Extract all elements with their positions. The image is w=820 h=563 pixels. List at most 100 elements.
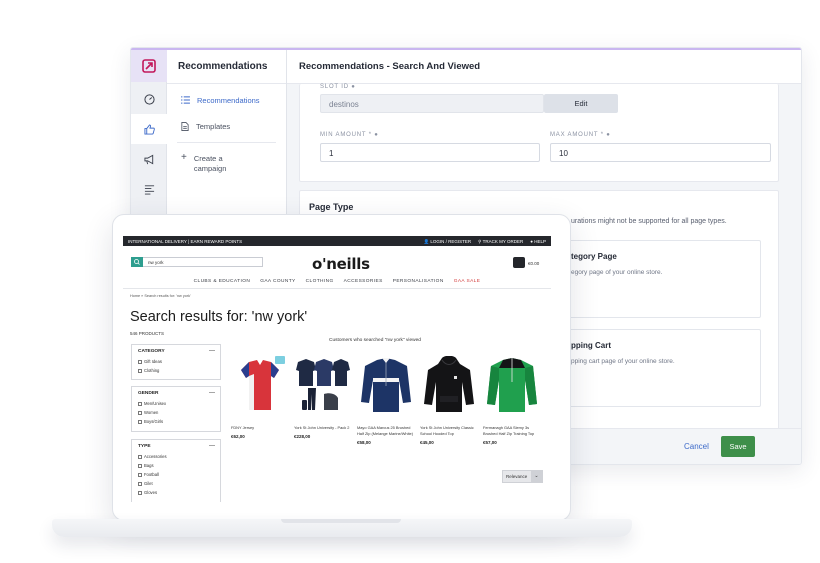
megaphone-icon[interactable] xyxy=(131,144,167,174)
filter-option[interactable]: Gilet xyxy=(138,481,153,486)
document-icon xyxy=(181,122,189,133)
nav-clubs-education[interactable]: CLUBS & EDUCATION xyxy=(194,279,251,284)
filter-option[interactable]: Gloves xyxy=(138,490,157,495)
slot-id-field: destinos xyxy=(320,94,544,113)
filter-option[interactable]: Bags xyxy=(138,463,154,468)
product-name: Fermanagh GAA Slemy 3s Brushed Half Zip … xyxy=(483,425,535,436)
login-link[interactable]: 👤 LOGIN / REGISTER xyxy=(424,239,472,245)
product-image[interactable] xyxy=(420,355,478,416)
track-order-link[interactable]: ⚲ TRACK MY ORDER xyxy=(478,239,523,245)
filter-option[interactable]: Women xyxy=(138,410,158,415)
page-title: Recommendations - Search And Viewed xyxy=(287,50,801,84)
help-link[interactable]: ● HELP xyxy=(530,239,546,245)
sort-value: Relevance xyxy=(506,474,528,479)
subnav-item-create-campaign[interactable]: + Create a campaign xyxy=(167,152,286,174)
filter-option[interactable]: Football xyxy=(138,472,159,477)
collapse-icon[interactable]: — xyxy=(209,390,215,396)
product-image[interactable] xyxy=(294,356,352,416)
nav-gaa-sale[interactable]: GAA SALE xyxy=(454,279,481,284)
shop-screen: INTERNATIONAL DELIVERY | EARN REWARD POI… xyxy=(123,236,551,502)
product-image[interactable] xyxy=(357,356,415,416)
min-amount-input[interactable]: 1 xyxy=(320,143,540,162)
category-page-option[interactable]: tegory Page egory page of your online st… xyxy=(558,240,761,318)
app-logo-icon[interactable] xyxy=(131,50,167,82)
product-price: €45,00 xyxy=(420,440,434,445)
page-type-note: urations might not be supported for all … xyxy=(571,218,727,225)
topbar-promo: INTERNATIONAL DELIVERY | EARN REWARD POI… xyxy=(128,239,243,244)
cancel-button[interactable]: Cancel xyxy=(684,442,709,451)
subnav-item-label: Recommendations xyxy=(197,96,260,105)
shop-search-input[interactable]: nw york xyxy=(131,257,263,267)
nav-gaa-county[interactable]: GAA COUNTY xyxy=(260,279,295,284)
list-icon xyxy=(181,96,190,106)
filter-title: GENDER xyxy=(138,391,159,396)
results-title: Search results for: 'nw york' xyxy=(130,309,308,325)
brand-logo[interactable]: o'neills xyxy=(312,255,370,273)
product-price: €228,00 xyxy=(294,434,311,439)
align-left-icon[interactable] xyxy=(131,174,167,204)
product-name: Mayo GAA Marcus 25 Brushed Half Zip (Mel… xyxy=(357,425,414,436)
search-icon[interactable] xyxy=(131,257,143,267)
laptop-notch xyxy=(281,519,401,523)
nav-personalisation[interactable]: PERSONALISATION xyxy=(393,279,444,284)
subnav-item-recommendations[interactable]: Recommendations xyxy=(167,96,286,106)
slot-id-label: SLOT ID ● xyxy=(320,84,356,90)
product-price: €62,00 xyxy=(231,434,245,439)
shopping-cart-option[interactable]: pping Cart pping cart page of your onlin… xyxy=(558,329,761,407)
product-name: York St John University Classic School H… xyxy=(420,425,474,436)
filter-option[interactable]: Gift Ideas xyxy=(138,359,162,364)
chevron-down-icon[interactable]: ⌄ xyxy=(531,471,542,482)
plus-icon: + xyxy=(181,152,187,163)
subnav-item-label: Templates xyxy=(196,122,231,131)
min-amount-label: MIN AMOUNT * ● xyxy=(320,132,379,138)
shop-topbar: INTERNATIONAL DELIVERY | EARN REWARD POI… xyxy=(123,236,551,246)
nav-divider xyxy=(123,288,551,289)
product-image[interactable] xyxy=(483,356,541,416)
category-page-title: tegory Page xyxy=(571,252,617,261)
thumbs-up-icon[interactable] xyxy=(131,114,167,144)
sort-select[interactable]: Relevance ⌄ xyxy=(502,470,543,483)
product-card[interactable]: York St John University Classic School H… xyxy=(420,355,478,445)
amount-card: SLOT ID ● destinos Edit MIN AMOUNT * ● 1… xyxy=(299,84,779,182)
product-card[interactable]: Mayo GAA Marcus 25 Brushed Half Zip (Mel… xyxy=(357,356,415,445)
shopping-cart-desc: pping cart page of your online store. xyxy=(571,358,675,365)
filter-option[interactable]: Accessories xyxy=(138,454,167,459)
filter-option[interactable]: Men/Unisex xyxy=(138,401,166,406)
product-price: €58,00 xyxy=(357,440,371,445)
dashboard-icon[interactable] xyxy=(131,84,167,114)
product-name: FDNY Jersey xyxy=(231,425,255,430)
shopping-bag-icon[interactable] xyxy=(513,257,525,268)
subnav-divider xyxy=(177,142,276,143)
subnav-item-label: Create a campaign xyxy=(193,154,227,173)
collapse-icon[interactable]: — xyxy=(209,443,215,449)
product-card[interactable]: Fermanagh GAA Slemy 3s Brushed Half Zip … xyxy=(483,356,541,445)
save-button[interactable]: Save xyxy=(721,436,755,457)
edit-button[interactable]: Edit xyxy=(544,94,618,113)
product-image[interactable] xyxy=(231,356,289,416)
product-card[interactable]: York St John University - Pack 2 €228,00 xyxy=(294,356,352,439)
collapse-icon[interactable]: — xyxy=(209,348,215,354)
category-page-desc: egory page of your online store. xyxy=(571,269,663,276)
filter-type: TYPE — Accessories Bags Football Gilet G… xyxy=(131,439,221,502)
category-nav: CLUBS & EDUCATION GAA COUNTY CLOTHING AC… xyxy=(123,279,551,284)
filter-option[interactable]: Boys/Girls xyxy=(138,419,163,424)
product-price: €57,00 xyxy=(483,440,497,445)
nav-accessories[interactable]: ACCESSORIES xyxy=(344,279,383,284)
filter-title: TYPE xyxy=(138,444,151,449)
filter-category: CATEGORY — Gift Ideas Clothing xyxy=(131,344,221,380)
subnav-item-templates[interactable]: Templates xyxy=(167,122,286,133)
filter-gender: GENDER — Men/Unisex Women Boys/Girls xyxy=(131,386,221,432)
cart-total: €0.00 xyxy=(528,261,540,266)
max-amount-label: MAX AMOUNT * ● xyxy=(550,132,611,138)
breadcrumb: Home » Search results for: 'nw york' xyxy=(130,294,191,298)
nav-clothing[interactable]: CLOTHING xyxy=(306,279,334,284)
shopping-cart-title: pping Cart xyxy=(571,341,611,350)
product-name: York St John University - Pack 2 xyxy=(294,425,350,430)
max-amount-input[interactable]: 10 xyxy=(550,143,771,162)
search-value: nw york xyxy=(148,260,164,265)
products-count: 546 PRODUCTS xyxy=(130,331,165,336)
filter-option[interactable]: Clothing xyxy=(138,368,159,373)
recommendation-shelf-title: Customers who searched "nw york" viewed xyxy=(329,338,421,343)
product-card[interactable]: FDNY Jersey €62,00 xyxy=(231,356,289,439)
subnav-title: Recommendations xyxy=(167,50,286,84)
